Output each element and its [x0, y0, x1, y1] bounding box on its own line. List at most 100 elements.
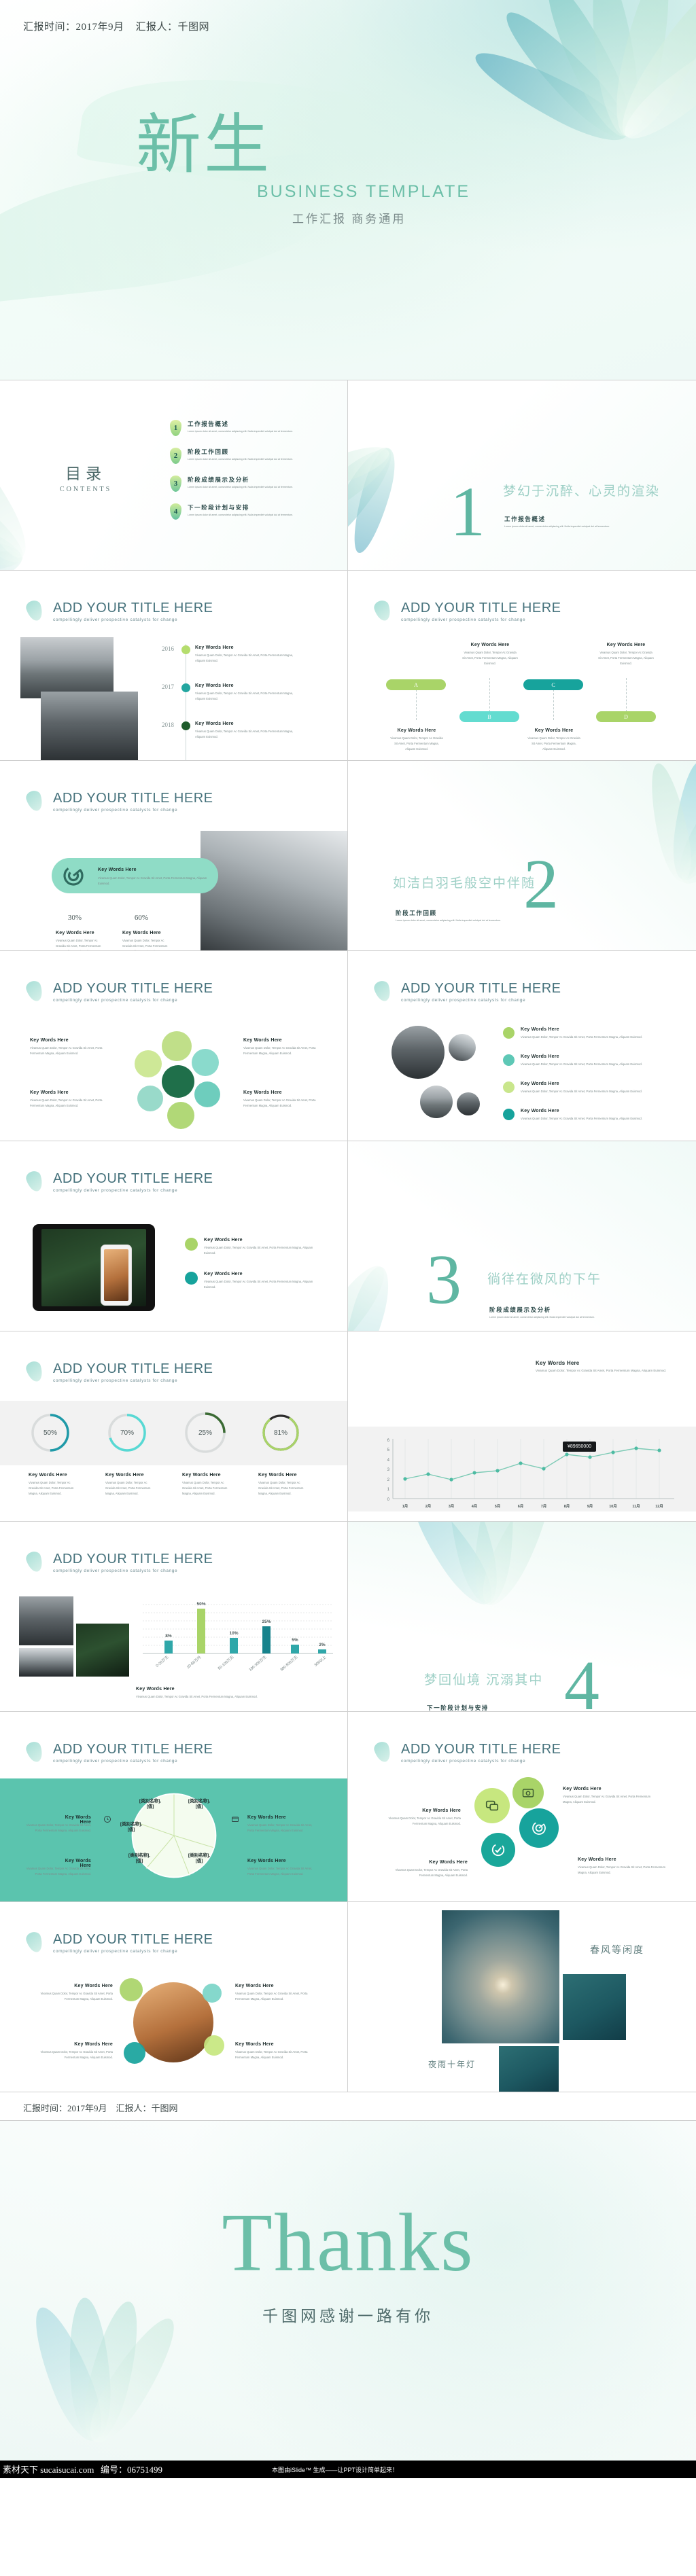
leaf-icon: [24, 1740, 46, 1764]
pie-slice-label: [类别名称], [值]: [128, 1853, 151, 1864]
connector-line: [489, 678, 490, 712]
circle-target[interactable]: [519, 1808, 559, 1848]
pill-item-c[interactable]: C: [523, 679, 583, 690]
slide-header: ADD YOUR TITLE HERE compellingly deliver…: [53, 1932, 213, 1954]
cluster-item-desc: Vivamus Quam Dolor, Tempor Ac Gravida Si…: [243, 1046, 316, 1055]
line-chart-subtitle: Vivamus Quam Dolor, Tempor Ac Gravida Si…: [536, 1369, 667, 1372]
icon-item-desc: Vivamus Quam Dolor, Tempor Ac Gravida Si…: [578, 1865, 666, 1874]
toc-item[interactable]: 1 工作报告概述 Lorem ipsum dolor sit amet, con…: [170, 420, 333, 436]
bullet-dot: [503, 1109, 515, 1120]
toc-item-desc: Lorem ipsum dolor sit amet, consectetur …: [188, 486, 294, 488]
message-icon: [485, 1800, 499, 1811]
slide-title: ADD YOUR TITLE HERE: [53, 981, 213, 996]
section-number: 2: [523, 845, 559, 923]
svg-text:11月: 11月: [632, 1503, 640, 1509]
svg-text:100-300万元: 100-300万元: [248, 1655, 268, 1672]
pie-slice-label: [类别名称], [值]: [188, 1853, 211, 1864]
footer-note: 本图由iSlide™ 生成——让PPT设计简单起来！: [272, 2467, 399, 2473]
cluster-item-desc: Vivamus Quam Dolor, Tempor Ac Gravida Si…: [30, 1098, 103, 1107]
pill-label: C: [551, 681, 555, 688]
pie-side-desc: Vivamus Quam Dolor, Tempor Ac Gravida Si…: [247, 1867, 313, 1876]
slide-row-1: 目录 CONTENTS 1 工作报告概述 Lorem ipsum dolor s…: [0, 380, 696, 571]
slide-header: ADD YOUR TITLE HERE compellingly deliver…: [401, 601, 561, 622]
gauge-value: 81%: [273, 1429, 288, 1437]
leaf-number-icon: 1: [170, 420, 181, 436]
list-item-desc: Vivamus Quam Dolor, Tempor Ac Gravida Si…: [521, 1035, 642, 1039]
slide-section-2: 如洁白羽毛般空中伴随 2 阶段工作回顾 Lorem ipsum dolor si…: [348, 761, 696, 951]
section-lorem: Lorem ipsum dolor sit amet, consectetur …: [396, 919, 502, 922]
pie-slice-label: [类别名称], [值]: [120, 1822, 143, 1833]
svg-text:7月: 7月: [541, 1503, 547, 1509]
thanks-subtitle: 千图网感谢一路有你: [262, 2308, 434, 2325]
arch-item-desc: Vivamus Quam Dolor, Tempor Ac Gravida Si…: [40, 1992, 113, 2001]
leaf-icon: [24, 1359, 46, 1384]
slide-title: ADD YOUR TITLE HERE: [53, 1932, 213, 1947]
list-item-desc: Vivamus Quam Dolor, Tempor Ac Gravida Si…: [521, 1117, 642, 1120]
leaf-icon: [24, 1169, 46, 1194]
pill-item-b[interactable]: B: [459, 711, 519, 722]
target-icon: [63, 865, 84, 886]
feature-desc: Vivamus Quam Dolor, Tempor Ac Gravida Si…: [204, 1280, 313, 1289]
leaf-number-icon: 3: [170, 476, 181, 492]
stat-title: Key Words Here: [56, 931, 94, 935]
list-item-title: Key Words Here: [521, 1054, 559, 1059]
timeline-item-title: Key Words Here: [195, 645, 234, 650]
section-phrase: 梦幻于沉醉、心灵的渲染: [503, 484, 661, 499]
slide-header: ADD YOUR TITLE HERE compellingly deliver…: [53, 601, 213, 622]
section-label: 下一阶段计划与安排: [427, 1704, 489, 1711]
list-item-title: Key Words Here: [521, 1081, 559, 1086]
slide-row-2: ADD YOUR TITLE HERE compellingly deliver…: [0, 571, 696, 761]
svg-text:8月: 8月: [564, 1503, 570, 1509]
caption-bottom: 夜雨十年灯: [428, 2060, 476, 2069]
clock-icon: [104, 1816, 111, 1823]
bullet-dot: [185, 1272, 198, 1285]
stat-value: 60%: [134, 914, 149, 922]
timeline-dot: [181, 721, 190, 730]
svg-text:9月: 9月: [587, 1503, 593, 1509]
slide-title: ADD YOUR TITLE HERE: [401, 1742, 561, 1757]
slide-subtitle: compellingly deliver prospective catalys…: [401, 1759, 526, 1764]
circle-photo[interactable]: [512, 1777, 544, 1808]
thanks-title: Thanks: [222, 2197, 474, 2289]
leaf-icon: [372, 1740, 394, 1764]
cluster-item-desc: Vivamus Quam Dolor, Tempor Ac Gravida Si…: [30, 1046, 103, 1055]
stat-desc: Vivamus Quam Dolor, Tempor Ac Gravida Si…: [56, 939, 101, 950]
cluster-item-desc: Vivamus Quam Dolor, Tempor Ac Gravida Si…: [243, 1098, 316, 1107]
line-chart-title: Key Words Here: [536, 1360, 580, 1366]
gauge-value: 25%: [198, 1429, 212, 1437]
toc-item[interactable]: 4 下一阶段计划与安排 Lorem ipsum dolor sit amet, …: [170, 503, 333, 520]
icon-item-title: Key Words Here: [563, 1787, 602, 1791]
avatar: [457, 1092, 480, 1115]
slide-cover: 汇报时间：2017年9月 汇报人：千图网 新生 BUSINESS TEMPLAT…: [0, 0, 696, 380]
photo-building: [19, 1648, 73, 1677]
leaf-number-icon: 4: [170, 503, 181, 520]
stat-value: 30%: [67, 914, 82, 922]
caption-top: 春风等闲度: [590, 1944, 644, 1955]
circle-message[interactable]: [474, 1788, 510, 1823]
pill-item-d[interactable]: D: [596, 711, 656, 722]
presentation-preview: 汇报时间：2017年9月 汇报人：千图网 新生 BUSINESS TEMPLAT…: [0, 0, 696, 2478]
accent-circle: [120, 1978, 143, 2001]
bottom-report-meta-strip: 汇报时间：2017年9月 汇报人：千图网: [0, 2092, 696, 2121]
cover-subtitle-en: BUSINESS TEMPLATE: [257, 182, 471, 201]
list-item-desc: Vivamus Quam Dolor, Tempor Ac Gravida Si…: [521, 1090, 642, 1093]
slide-arch-photo: ADD YOUR TITLE HERE compellingly deliver…: [0, 1902, 348, 2092]
toc-item-title: 阶段工作回顾: [188, 448, 229, 455]
gauge-value: 50%: [43, 1429, 57, 1437]
section-label: 工作报告概述: [504, 516, 546, 522]
slide-icon-circles: ADD YOUR TITLE HERE compellingly deliver…: [348, 1712, 696, 1902]
toc-item[interactable]: 2 阶段工作回顾 Lorem ipsum dolor sit amet, con…: [170, 448, 333, 464]
icon-item-desc: Vivamus Quam Dolor, Tempor Ac Gravida Si…: [563, 1795, 651, 1804]
gauge-caption: Key Words Here: [258, 1473, 297, 1478]
arch-item-title: Key Words Here: [74, 1984, 113, 1988]
gauge-caption-desc: Vivamus Quam Dolor, Tempor Ac Gravida Si…: [105, 1481, 151, 1495]
arch-item-title: Key Words Here: [235, 1984, 274, 1988]
pill-title: Key Words Here: [606, 643, 646, 647]
circle-check[interactable]: [481, 1833, 515, 1867]
pill-item-a[interactable]: A: [386, 679, 446, 690]
svg-text:500以上: 500以上: [313, 1654, 328, 1667]
list-item-title: Key Words Here: [521, 1027, 559, 1032]
toc-item[interactable]: 3 阶段成绩展示及分析 Lorem ipsum dolor sit amet, …: [170, 476, 333, 492]
svg-text:2月: 2月: [425, 1503, 432, 1509]
bullet-dot: [503, 1081, 515, 1093]
